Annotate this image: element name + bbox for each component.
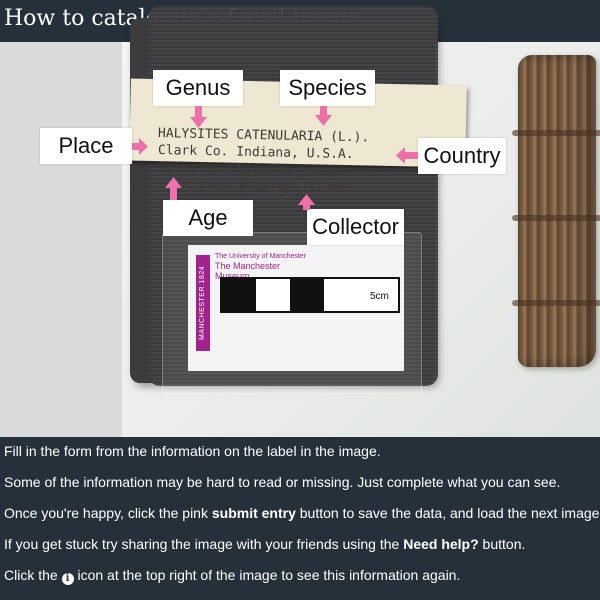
- submit-entry-reference: submit entry: [211, 505, 296, 521]
- arrow-country-icon: [396, 147, 418, 164]
- arrow-age-icon: [165, 177, 182, 200]
- arrow-collector-icon: [298, 194, 315, 210]
- instruction-line: Fill in the form from the information on…: [4, 443, 381, 459]
- instruction-line: If you get stuck try sharing the image w…: [4, 536, 526, 552]
- instruction-line: Once you're happy, click the pink submit…: [4, 505, 600, 521]
- arrow-genus-icon: [190, 106, 207, 128]
- instruction-line: Some of the information may be hard to r…: [4, 474, 561, 490]
- instructions: Fill in the form from the information on…: [4, 443, 600, 599]
- instruction-line: Click the i icon at the top right of the…: [4, 567, 461, 585]
- need-help-reference: Need help?: [403, 536, 479, 552]
- arrow-species-icon: [315, 106, 332, 126]
- arrow-place-icon: [132, 138, 148, 155]
- info-circle-icon: i: [61, 573, 74, 585]
